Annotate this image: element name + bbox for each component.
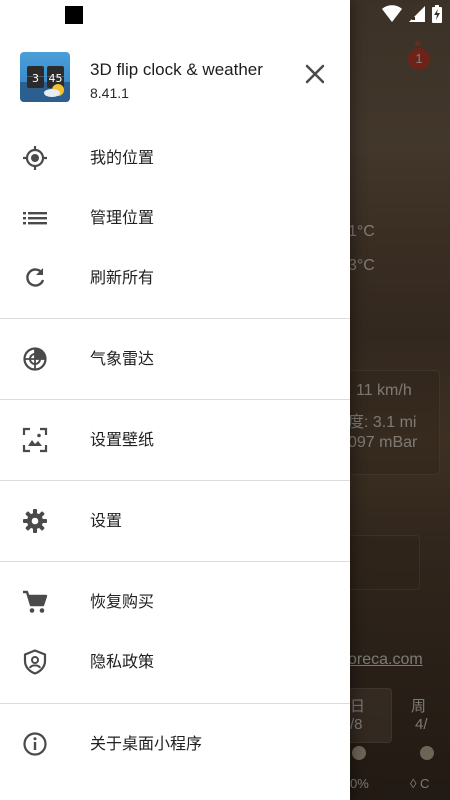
refresh-icon [26,268,45,287]
menu-item-settings[interactable]: 设置 [0,491,350,551]
divider [0,703,350,704]
menu-item-label: 恢复购买 [90,592,155,611]
close-button[interactable] [301,60,329,88]
menu-item-label: 管理位置 [90,208,155,227]
menu-item-label: 气象雷达 [90,349,155,368]
battery-charging-icon [432,5,442,23]
flip-clock-icon: 3 45 [20,66,70,102]
shopping-cart-icon [23,590,48,613]
divider [0,480,350,481]
list-icon [23,212,47,225]
menu-item-refresh-all[interactable]: 刷新所有 [0,248,350,308]
wallpaper-icon [22,427,48,453]
menu-item-set-wallpaper[interactable]: 设置壁纸 [0,410,350,470]
radar-icon [23,347,47,371]
privacy-shield-icon [23,649,47,675]
settings-gear-icon [23,509,47,533]
menu-item-label: 设置 [90,511,123,530]
signal-icon [409,6,425,22]
menu-item-my-location[interactable]: 我的位置 [0,128,350,188]
notification-icon [65,6,83,24]
menu-item-weather-radar[interactable]: 气象雷达 [0,329,350,389]
status-bar [0,0,450,30]
svg-text:45: 45 [49,72,63,85]
navigation-drawer: 3 45 3D flip clock & weather 8.41.1 我的位置 [0,0,350,800]
menu-item-manage-locations[interactable]: 管理位置 [0,188,350,248]
close-icon [305,64,325,84]
divider [0,561,350,562]
drawer-header: 3 45 3D flip clock & weather 8.41.1 [0,30,350,135]
menu-item-label: 关于桌面小程序 [90,734,203,753]
menu-item-label: 刷新所有 [90,268,155,287]
divider [0,399,350,400]
menu-item-label: 我的位置 [90,148,155,167]
my-location-icon [23,146,47,170]
divider [0,318,350,319]
wifi-icon [382,5,402,22]
menu-item-restore-purchases[interactable]: 恢复购买 [0,572,350,632]
app-logo-icon: 3 45 [20,52,70,102]
menu-item-label: 隐私政策 [90,652,155,671]
app-version: 8.41.1 [90,85,129,101]
status-icons [382,5,442,23]
app-title: 3D flip clock & weather [90,60,263,79]
info-icon [23,732,47,756]
svg-text:3: 3 [32,72,39,85]
menu-item-about[interactable]: 关于桌面小程序 [0,714,350,774]
menu-item-label: 设置壁纸 [90,430,155,449]
menu-item-privacy-policy[interactable]: 隐私政策 [0,632,350,692]
